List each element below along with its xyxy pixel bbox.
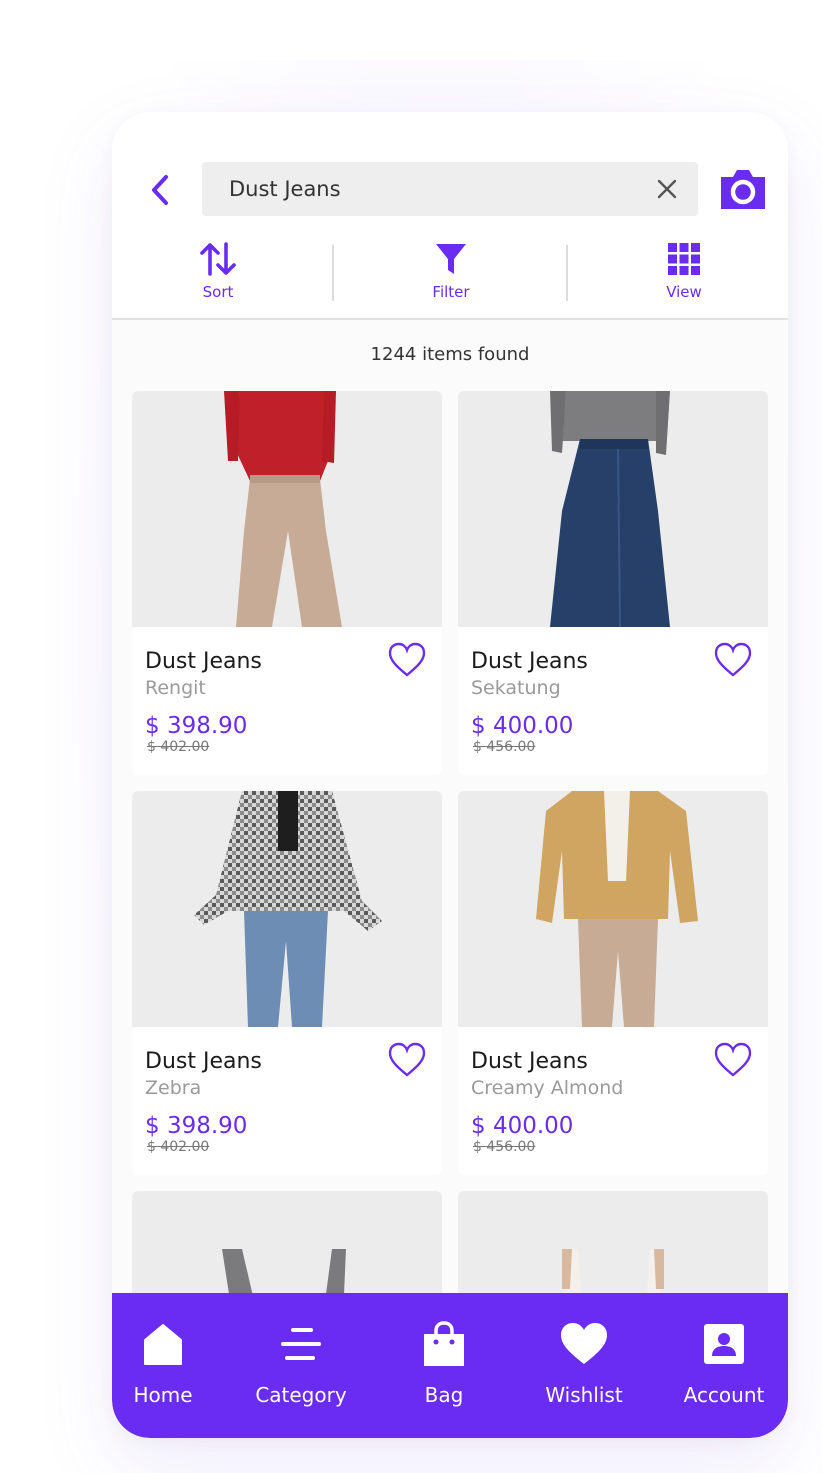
back-button[interactable]	[142, 172, 178, 208]
product-old-price: $ 456.00	[473, 1139, 536, 1155]
product-price: $ 400.00	[471, 713, 574, 739]
nav-account[interactable]: Account	[659, 1319, 788, 1415]
product-color: Creamy Almond	[471, 1077, 624, 1099]
results-toolbar: Sort Filter View	[112, 227, 788, 320]
product-card[interactable]: Dust Jeans Rengit $ 398.90 $ 402.00	[132, 391, 442, 775]
product-image	[458, 391, 768, 627]
product-price: $ 400.00	[471, 1113, 574, 1139]
product-image	[132, 391, 442, 627]
nav-wishlist-label: Wishlist	[545, 1383, 623, 1407]
bag-icon	[424, 1321, 464, 1366]
product-name: Dust Jeans	[145, 1049, 262, 1074]
wishlist-heart-icon[interactable]	[714, 642, 752, 678]
product-name: Dust Jeans	[471, 649, 588, 674]
product-image	[132, 791, 442, 1027]
nav-home-label: Home	[133, 1383, 193, 1407]
nav-category-label: Category	[255, 1383, 347, 1407]
search-bar	[202, 162, 698, 216]
camera-icon	[721, 170, 765, 209]
wishlist-heart-icon[interactable]	[388, 1042, 426, 1078]
wishlist-heart-icon[interactable]	[714, 1042, 752, 1078]
product-old-price: $ 402.00	[147, 1139, 210, 1155]
filter-icon	[436, 244, 466, 274]
heart-icon	[561, 1323, 607, 1364]
toolbar-divider	[566, 245, 568, 301]
chevron-left-icon	[152, 175, 168, 205]
nav-account-label: Account	[683, 1383, 765, 1407]
home-icon	[144, 1324, 182, 1365]
product-price: $ 398.90	[145, 713, 248, 739]
product-name: Dust Jeans	[471, 1049, 588, 1074]
nav-wishlist[interactable]: Wishlist	[519, 1319, 649, 1415]
bottom-nav: Home Category Bag Wishlist Account	[112, 1293, 788, 1438]
product-old-price: $ 456.00	[473, 739, 536, 755]
product-card[interactable]: Dust Jeans Sekatung $ 400.00 $ 456.00	[458, 391, 768, 775]
filter-label: Filter	[432, 283, 470, 301]
filter-button[interactable]: Filter	[381, 241, 521, 307]
nav-bag-label: Bag	[424, 1383, 464, 1407]
wishlist-heart-icon[interactable]	[388, 642, 426, 678]
toolbar-divider	[332, 245, 334, 301]
grid-view-icon	[668, 243, 700, 275]
product-color: Zebra	[145, 1077, 202, 1099]
product-color: Rengit	[145, 677, 206, 699]
camera-search-button[interactable]	[719, 167, 767, 211]
nav-home[interactable]: Home	[112, 1319, 228, 1415]
category-icon	[281, 1328, 321, 1360]
view-button[interactable]: View	[614, 241, 754, 307]
app-screen: Sort Filter	[112, 112, 788, 1438]
product-old-price: $ 402.00	[147, 739, 210, 755]
sort-icon	[200, 242, 236, 276]
sort-button[interactable]: Sort	[148, 241, 288, 307]
view-label: View	[666, 283, 702, 301]
nav-bag[interactable]: Bag	[379, 1319, 509, 1415]
account-icon	[704, 1324, 744, 1364]
search-header	[112, 112, 788, 227]
product-image	[458, 791, 768, 1027]
clear-search-button[interactable]	[654, 176, 680, 202]
product-color: Sekatung	[471, 677, 561, 699]
nav-category[interactable]: Category	[236, 1319, 366, 1415]
sort-label: Sort	[202, 283, 234, 301]
results-count: 1244 items found	[370, 344, 530, 365]
product-card[interactable]: Dust Jeans Zebra $ 398.90 $ 402.00	[132, 791, 442, 1175]
product-card[interactable]: Dust Jeans Creamy Almond $ 400.00 $ 456.…	[458, 791, 768, 1175]
product-name: Dust Jeans	[145, 649, 262, 674]
close-icon	[657, 179, 677, 199]
product-price: $ 398.90	[145, 1113, 248, 1139]
search-input[interactable]	[202, 162, 642, 216]
